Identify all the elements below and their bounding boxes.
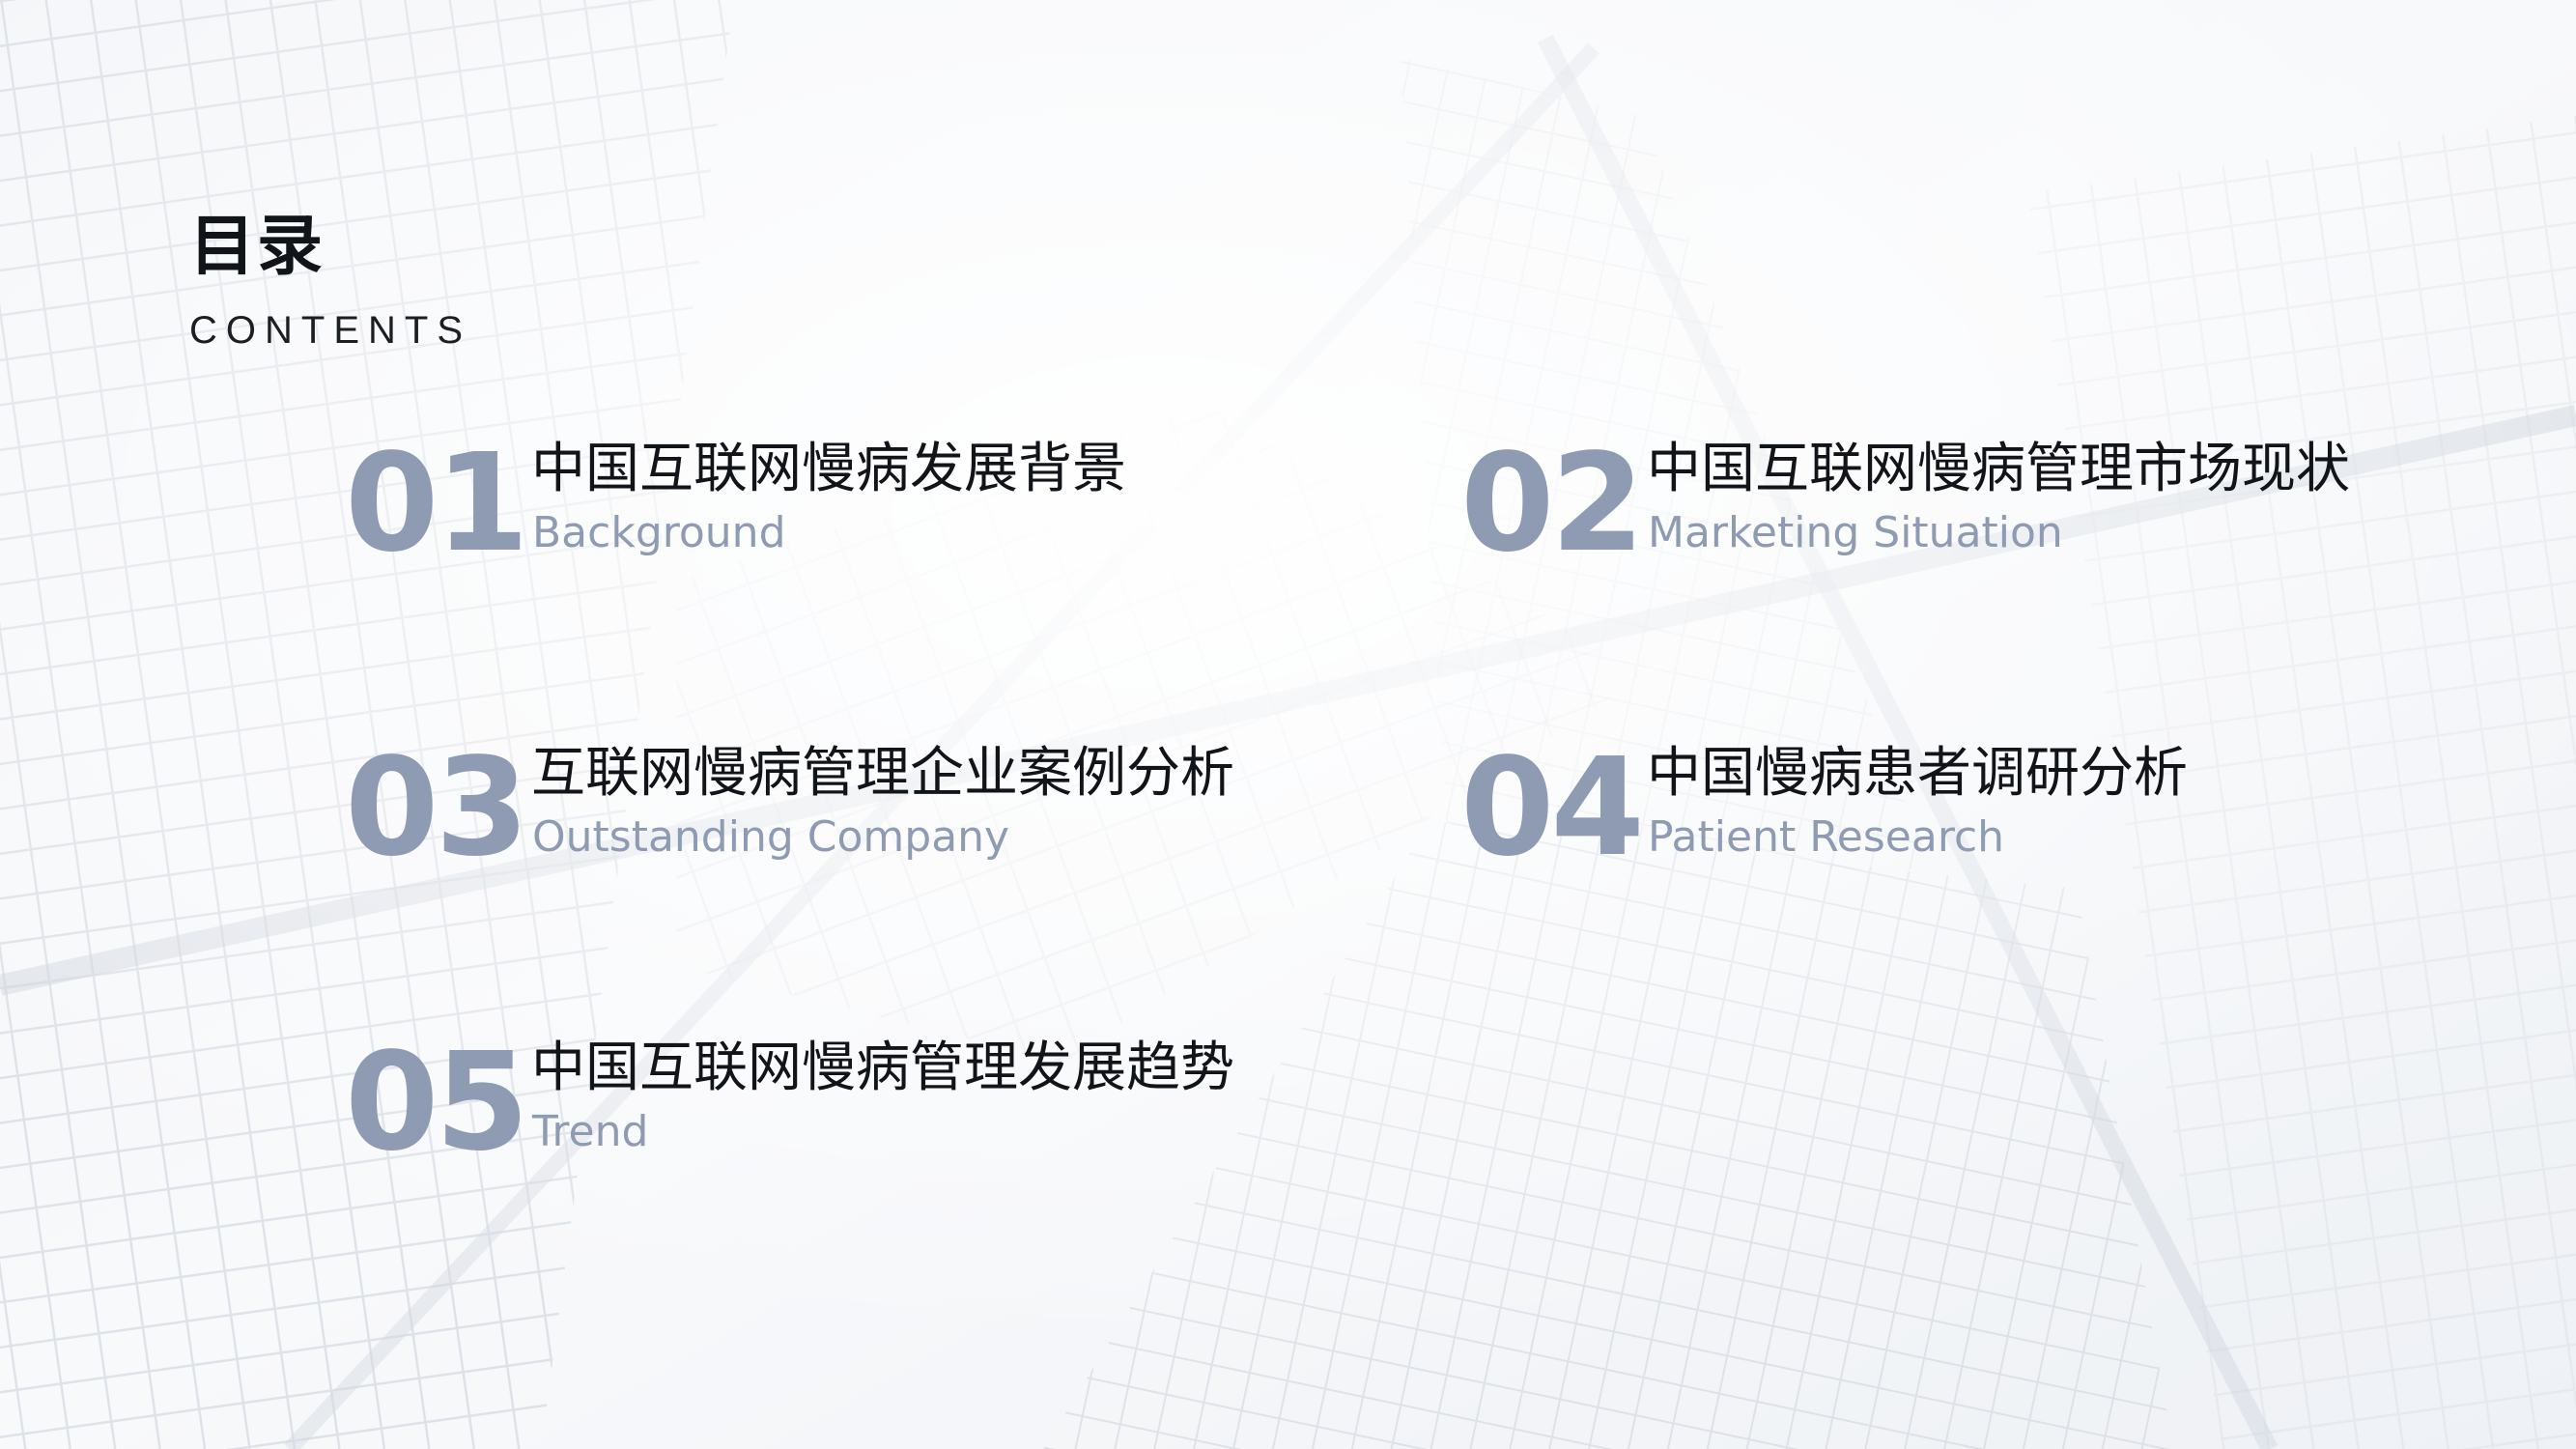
contents-item-01: 01 中国互联网慢病发展背景 Background: [345, 437, 1311, 572]
item-title: 中国慢病患者调研分析: [1647, 742, 2188, 805]
item-subtitle: Marketing Situation: [1648, 508, 2063, 557]
item-subtitle: Patient Research: [1648, 812, 2005, 862]
page-subtitle: CONTENTS: [189, 309, 471, 352]
item-title: 中国互联网慢病发展背景: [531, 438, 1126, 500]
contents-item-03: 03 互联网慢病管理企业案例分析 Outstanding Company: [345, 741, 1311, 876]
item-number: 02: [1460, 425, 1645, 582]
contents-item-04: 04 中国慢病患者调研分析 Patient Research: [1460, 741, 2426, 876]
item-number: 03: [345, 729, 529, 887]
contents-item-02: 02 中国互联网慢病管理市场现状 Marketing Situation: [1460, 437, 2426, 572]
item-title: 中国互联网慢病管理市场现状: [1647, 438, 2350, 500]
item-subtitle: Outstanding Company: [532, 812, 1010, 862]
item-subtitle: Trend: [532, 1107, 649, 1156]
item-subtitle: Background: [532, 508, 786, 557]
item-title: 互联网慢病管理企业案例分析: [531, 742, 1234, 805]
item-number: 01: [345, 425, 529, 582]
contents-item-05: 05 中国互联网慢病管理发展趋势 Trend: [345, 1036, 1311, 1171]
item-number: 04: [1460, 729, 1645, 887]
contents-heading: 目录 CONTENTS: [189, 209, 471, 352]
page-title: 目录: [189, 209, 326, 285]
item-title: 中国互联网慢病管理发展趋势: [531, 1037, 1234, 1099]
item-number: 05: [345, 1024, 529, 1181]
